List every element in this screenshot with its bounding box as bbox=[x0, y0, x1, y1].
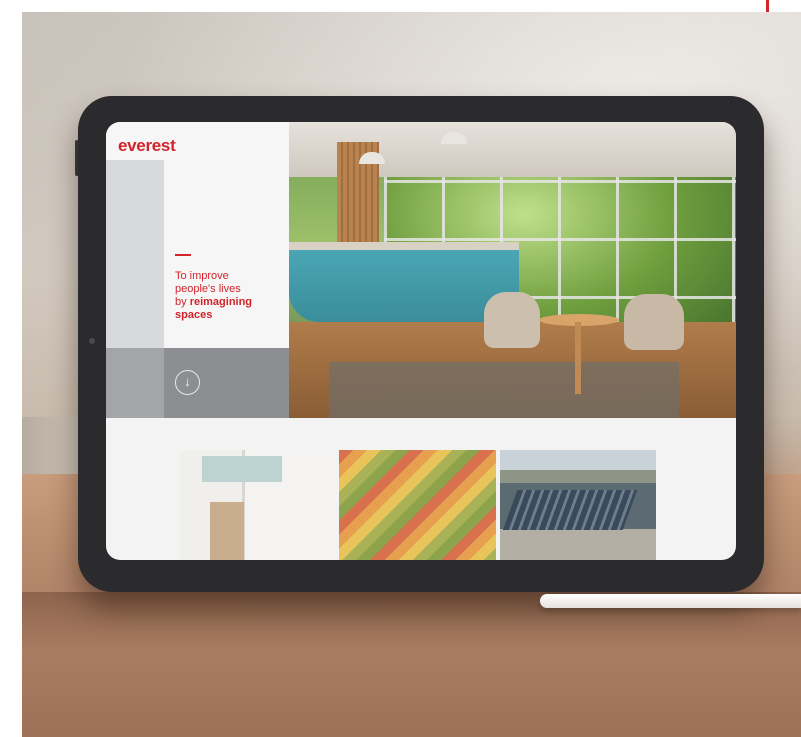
chair bbox=[624, 294, 684, 350]
hero-image bbox=[289, 122, 736, 418]
thumbnail-window bbox=[202, 456, 282, 482]
tagline-line1: To improve bbox=[175, 270, 229, 282]
hero-rug bbox=[329, 362, 679, 418]
tablet-screen: everest To improve people's lives by rei… bbox=[106, 122, 736, 560]
thumbnail-roof-tiles[interactable] bbox=[339, 450, 496, 560]
red-corner-marker bbox=[766, 0, 769, 12]
scroll-panel-strip bbox=[106, 348, 164, 418]
tagline-line2: people's lives bbox=[175, 283, 241, 295]
thumbnail-interior[interactable] bbox=[180, 450, 335, 560]
thumbnail-door bbox=[210, 502, 244, 560]
tagline-line4: spaces bbox=[175, 309, 213, 321]
hero-tagline: To improve people's lives by reimagining… bbox=[175, 270, 285, 322]
thumbnail-factory-roof bbox=[502, 490, 638, 530]
everest-logo[interactable]: everest bbox=[118, 136, 176, 156]
stylus-pen bbox=[540, 594, 801, 608]
arrow-down-icon[interactable]: ↓ bbox=[175, 370, 200, 395]
cafe-table-leg bbox=[575, 322, 581, 394]
decor-strip bbox=[106, 160, 164, 348]
photo-scene: everest To improve people's lives by rei… bbox=[0, 0, 801, 737]
tablet-camera bbox=[89, 338, 95, 344]
thumbnail-factory[interactable] bbox=[500, 450, 656, 560]
chair bbox=[484, 292, 540, 348]
tagline-line3-prefix: by bbox=[175, 296, 190, 308]
accent-bar bbox=[175, 254, 191, 256]
tagline-bold: reimagining bbox=[189, 296, 253, 308]
